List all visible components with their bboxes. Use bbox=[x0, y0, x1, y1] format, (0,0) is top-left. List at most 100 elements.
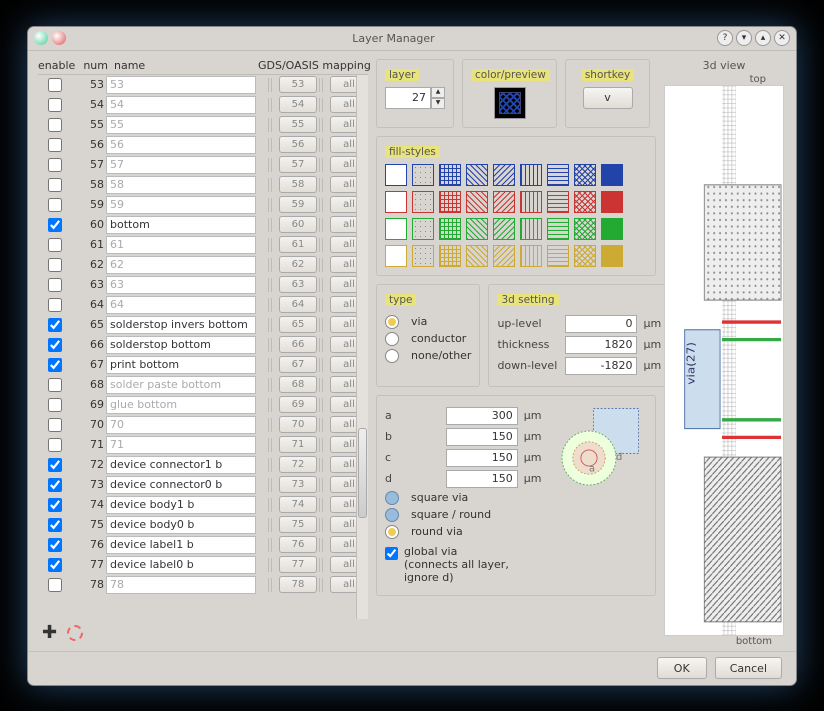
layer-name-input[interactable] bbox=[106, 516, 256, 534]
fillstyle-swatch[interactable] bbox=[547, 245, 569, 267]
minimize-button[interactable]: ▾ bbox=[736, 30, 752, 46]
layer-name-input[interactable] bbox=[106, 556, 256, 574]
fillstyle-swatch[interactable] bbox=[493, 218, 515, 240]
gds-num-button[interactable]: 63 bbox=[279, 276, 317, 293]
gds-num-button[interactable]: 70 bbox=[279, 416, 317, 433]
gds-num-button[interactable]: 55 bbox=[279, 116, 317, 133]
gds-num-button[interactable]: 68 bbox=[279, 376, 317, 393]
gds-num-button[interactable]: 62 bbox=[279, 256, 317, 273]
square-via-radio[interactable]: square via bbox=[385, 491, 545, 505]
enable-checkbox[interactable] bbox=[48, 178, 62, 192]
fillstyle-swatch[interactable] bbox=[466, 245, 488, 267]
fillstyle-swatch[interactable] bbox=[439, 191, 461, 213]
fillstyle-swatch[interactable] bbox=[547, 191, 569, 213]
fillstyle-swatch[interactable] bbox=[439, 245, 461, 267]
layer-name-input[interactable] bbox=[106, 136, 256, 154]
layer-name-input[interactable] bbox=[106, 236, 256, 254]
b-input[interactable] bbox=[446, 428, 518, 446]
gds-num-button[interactable]: 77 bbox=[279, 556, 317, 573]
enable-checkbox[interactable] bbox=[48, 318, 62, 332]
gds-num-button[interactable]: 73 bbox=[279, 476, 317, 493]
down-level-input[interactable] bbox=[565, 357, 637, 375]
gds-num-button[interactable]: 53 bbox=[279, 76, 317, 93]
gds-num-button[interactable]: 58 bbox=[279, 176, 317, 193]
gds-num-button[interactable]: 65 bbox=[279, 316, 317, 333]
fillstyle-swatch[interactable] bbox=[412, 164, 434, 186]
layer-name-input[interactable] bbox=[106, 416, 256, 434]
gds-num-button[interactable]: 54 bbox=[279, 96, 317, 113]
close-button[interactable]: ✕ bbox=[774, 30, 790, 46]
enable-checkbox[interactable] bbox=[48, 458, 62, 472]
spin-down[interactable]: ▼ bbox=[431, 98, 445, 109]
enable-checkbox[interactable] bbox=[48, 218, 62, 232]
gds-num-button[interactable]: 75 bbox=[279, 516, 317, 533]
fillstyle-swatch[interactable] bbox=[520, 245, 542, 267]
layer-name-input[interactable] bbox=[106, 216, 256, 234]
enable-checkbox[interactable] bbox=[48, 238, 62, 252]
fillstyle-swatch[interactable] bbox=[520, 191, 542, 213]
fillstyle-swatch[interactable] bbox=[385, 245, 407, 267]
enable-checkbox[interactable] bbox=[48, 78, 62, 92]
layer-name-input[interactable] bbox=[106, 276, 256, 294]
gds-num-button[interactable]: 56 bbox=[279, 136, 317, 153]
fillstyle-swatch[interactable] bbox=[547, 218, 569, 240]
enable-checkbox[interactable] bbox=[48, 518, 62, 532]
fillstyle-swatch[interactable] bbox=[385, 164, 407, 186]
fillstyle-swatch[interactable] bbox=[385, 218, 407, 240]
fillstyle-swatch[interactable] bbox=[601, 191, 623, 213]
fillstyle-swatch[interactable] bbox=[439, 164, 461, 186]
cancel-button[interactable]: Cancel bbox=[715, 657, 782, 679]
thickness-input[interactable] bbox=[565, 336, 637, 354]
layer-name-input[interactable] bbox=[106, 196, 256, 214]
global-via-check[interactable]: global via (connects all layer, ignore d… bbox=[385, 545, 545, 584]
fillstyle-swatch[interactable] bbox=[574, 164, 596, 186]
enable-checkbox[interactable] bbox=[48, 378, 62, 392]
layer-input[interactable] bbox=[385, 87, 431, 109]
enable-checkbox[interactable] bbox=[48, 498, 62, 512]
enable-checkbox[interactable] bbox=[48, 578, 62, 592]
layer-name-input[interactable] bbox=[106, 296, 256, 314]
fillstyle-swatch[interactable] bbox=[439, 218, 461, 240]
a-input[interactable] bbox=[446, 407, 518, 425]
fillstyle-swatch[interactable] bbox=[466, 218, 488, 240]
fillstyle-swatch[interactable] bbox=[493, 164, 515, 186]
gds-num-button[interactable]: 60 bbox=[279, 216, 317, 233]
gds-num-button[interactable]: 76 bbox=[279, 536, 317, 553]
layer-name-input[interactable] bbox=[106, 456, 256, 474]
fillstyle-swatch[interactable] bbox=[520, 218, 542, 240]
enable-checkbox[interactable] bbox=[48, 278, 62, 292]
type-via[interactable]: via bbox=[385, 315, 471, 329]
type-none[interactable]: none/other bbox=[385, 349, 471, 363]
fillstyle-swatch[interactable] bbox=[574, 245, 596, 267]
fillstyle-swatch[interactable] bbox=[412, 245, 434, 267]
gds-num-button[interactable]: 61 bbox=[279, 236, 317, 253]
gds-num-button[interactable]: 69 bbox=[279, 396, 317, 413]
enable-checkbox[interactable] bbox=[48, 198, 62, 212]
fillstyle-swatch[interactable] bbox=[601, 245, 623, 267]
fillstyle-swatch[interactable] bbox=[493, 191, 515, 213]
layer-name-input[interactable] bbox=[106, 76, 256, 94]
gds-num-button[interactable]: 67 bbox=[279, 356, 317, 373]
enable-checkbox[interactable] bbox=[48, 478, 62, 492]
gds-num-button[interactable]: 59 bbox=[279, 196, 317, 213]
enable-checkbox[interactable] bbox=[48, 338, 62, 352]
fillstyle-swatch[interactable] bbox=[574, 191, 596, 213]
up-level-input[interactable] bbox=[565, 315, 637, 333]
layer-name-input[interactable] bbox=[106, 176, 256, 194]
layer-name-input[interactable] bbox=[106, 256, 256, 274]
spin-up[interactable]: ▲ bbox=[431, 87, 445, 98]
gds-num-button[interactable]: 57 bbox=[279, 156, 317, 173]
fillstyle-swatch[interactable] bbox=[574, 218, 596, 240]
fillstyle-swatch[interactable] bbox=[520, 164, 542, 186]
layer-name-input[interactable] bbox=[106, 316, 256, 334]
layer-name-input[interactable] bbox=[106, 156, 256, 174]
type-conductor[interactable]: conductor bbox=[385, 332, 471, 346]
maximize-button[interactable]: ▴ bbox=[755, 30, 771, 46]
round-via-radio[interactable]: round via bbox=[385, 525, 545, 539]
fillstyle-swatch[interactable] bbox=[601, 164, 623, 186]
enable-checkbox[interactable] bbox=[48, 158, 62, 172]
fillstyle-swatch[interactable] bbox=[412, 218, 434, 240]
layer-name-input[interactable] bbox=[106, 436, 256, 454]
c-input[interactable] bbox=[446, 449, 518, 467]
layer-name-input[interactable] bbox=[106, 396, 256, 414]
